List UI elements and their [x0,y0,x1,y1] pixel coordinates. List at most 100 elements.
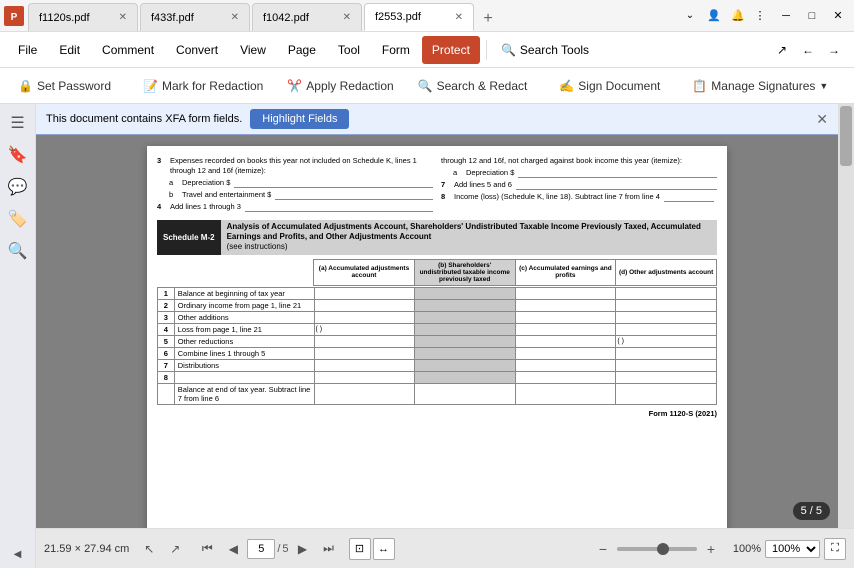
first-page-button[interactable]: ⏮ [195,537,219,561]
prev-page-button[interactable]: ◀ [221,537,245,561]
cell-d-parens[interactable]: ( ) [616,335,717,347]
tab-f433f[interactable]: f433f.pdf ✕ [140,3,250,31]
cell-a[interactable] [314,371,415,383]
tab-close[interactable]: ✕ [343,12,351,23]
cell-d[interactable] [616,383,717,404]
profile-icon[interactable]: 👤 [702,4,726,28]
sidebar-tag-icon[interactable]: 🏷️ [3,204,33,234]
tab-close[interactable]: ✕ [119,12,127,23]
sidebar-collapse-button[interactable]: ◀ [10,545,26,564]
cell-c[interactable] [515,383,616,404]
more-options-icon[interactable]: ⋮ [750,6,770,26]
mark-for-redaction-button[interactable]: 📝 Mark for Redaction [133,72,273,100]
zoom-in-button[interactable]: + [701,539,721,559]
cell-d[interactable] [616,371,717,383]
search-tools-button[interactable]: 🔍 Search Tools [493,39,597,61]
cell-c[interactable] [515,347,616,359]
pdf-scroll-area[interactable]: 3 Expenses recorded on books this year n… [36,136,838,528]
cell-d[interactable] [616,359,717,371]
add-5-6-field[interactable] [516,180,717,190]
cell-d[interactable] [616,347,717,359]
add-lines-field[interactable] [245,202,433,212]
cell-a[interactable] [314,311,415,323]
menu-file[interactable]: File [8,36,47,64]
cell-c[interactable] [515,311,616,323]
tab-f1120s[interactable]: f1120s.pdf ✕ [28,3,138,31]
zoom-out-button[interactable]: − [593,539,613,559]
cell-a[interactable] [314,299,415,311]
vertical-scrollbar[interactable] [838,104,854,528]
zoom-slider[interactable] [617,547,697,551]
maximize-button[interactable]: □ [800,4,824,28]
fit-width-button[interactable]: ↔ [373,538,395,560]
sidebar-bookmark-icon[interactable]: 🔖 [3,140,33,170]
sign-document-button[interactable]: ✍️ Sign Document [549,72,670,100]
fullscreen-button[interactable]: ⛶ [824,538,846,560]
menu-comment[interactable]: Comment [92,36,164,64]
tab-close-active[interactable]: ✕ [455,12,463,23]
income-loss-field[interactable] [664,192,714,202]
cell-c[interactable] [515,287,616,299]
tab-f2553[interactable]: f2553.pdf ✕ [364,3,474,31]
schedule-m2-header: Schedule M-2 Analysis of Accumulated Adj… [157,220,717,255]
cell-a[interactable] [314,287,415,299]
cell-d[interactable] [616,299,717,311]
tab-close[interactable]: ✕ [231,12,239,23]
cell-b[interactable] [415,383,516,404]
menu-view[interactable]: View [230,36,276,64]
fit-page-button[interactable]: ⊡ [349,538,371,560]
cell-d[interactable] [616,323,717,335]
menu-page[interactable]: Page [278,36,326,64]
depreciation-field-right[interactable] [518,168,717,178]
minimize-button[interactable]: ─ [774,4,798,28]
cell-a[interactable] [314,359,415,371]
electronic-button[interactable]: ⚡ Electro... [850,72,854,100]
external-link-icon[interactable]: ↗ [770,38,794,62]
menu-form[interactable]: Form [372,36,420,64]
travel-field[interactable] [275,190,433,200]
menu-edit[interactable]: Edit [49,36,90,64]
cell-c[interactable] [515,371,616,383]
search-redact-button[interactable]: 🔍 Search & Redact [408,72,538,100]
menu-tool[interactable]: Tool [328,36,370,64]
cell-a[interactable] [314,383,415,404]
last-page-button[interactable]: ⏭ [317,537,341,561]
manage-signatures-button[interactable]: 📋 Manage Signatures ▼ [682,72,838,100]
sidebar-thumbnail-icon[interactable]: ☰ [3,108,33,138]
menu-protect[interactable]: Protect [422,36,480,64]
set-password-button[interactable]: 🔒 Set Password [8,72,121,100]
row-label: Loss from page 1, line 21 [174,323,314,335]
cell-c[interactable] [515,323,616,335]
cell-c[interactable] [515,359,616,371]
next-page-button[interactable]: ▶ [291,537,315,561]
tab-overflow-button[interactable]: ⌄ [680,6,700,26]
zoom-slider-thumb[interactable] [657,543,669,555]
sidebar-search-icon[interactable]: 🔍 [3,236,33,266]
sidebar-comment-icon[interactable]: 💬 [3,172,33,202]
cell-a-parens[interactable]: ( ) [314,323,415,335]
cell-c[interactable] [515,299,616,311]
back-icon[interactable]: ← [796,38,820,62]
cell-c[interactable] [515,335,616,347]
cursor-tool-button[interactable]: ↖ [137,537,161,561]
tab-label: f2553.pdf [375,11,421,23]
depreciation-field-left[interactable] [234,178,433,188]
highlight-fields-button[interactable]: Highlight Fields [250,109,349,129]
cell-a[interactable] [314,335,415,347]
zoom-select[interactable]: 100% 75% 150% [765,540,820,558]
cell-a[interactable] [314,347,415,359]
cell-d[interactable] [616,287,717,299]
apply-redaction-button[interactable]: ✂️ Apply Redaction [277,72,403,100]
close-button[interactable]: ✕ [826,4,850,28]
forward-icon[interactable]: → [822,38,846,62]
select-tool-button[interactable]: ↗ [163,537,187,561]
page-navigation: ⏮ ◀ / 5 ▶ ⏭ [195,537,340,561]
scrollbar-thumb[interactable] [840,106,852,166]
menu-convert[interactable]: Convert [166,36,228,64]
page-number-input[interactable] [247,539,275,559]
tab-f1042[interactable]: f1042.pdf ✕ [252,3,362,31]
new-tab-button[interactable]: + [476,7,500,31]
cell-d[interactable] [616,311,717,323]
xfa-close-button[interactable]: ✕ [816,111,828,128]
notification-icon[interactable]: 🔔 [726,4,750,28]
